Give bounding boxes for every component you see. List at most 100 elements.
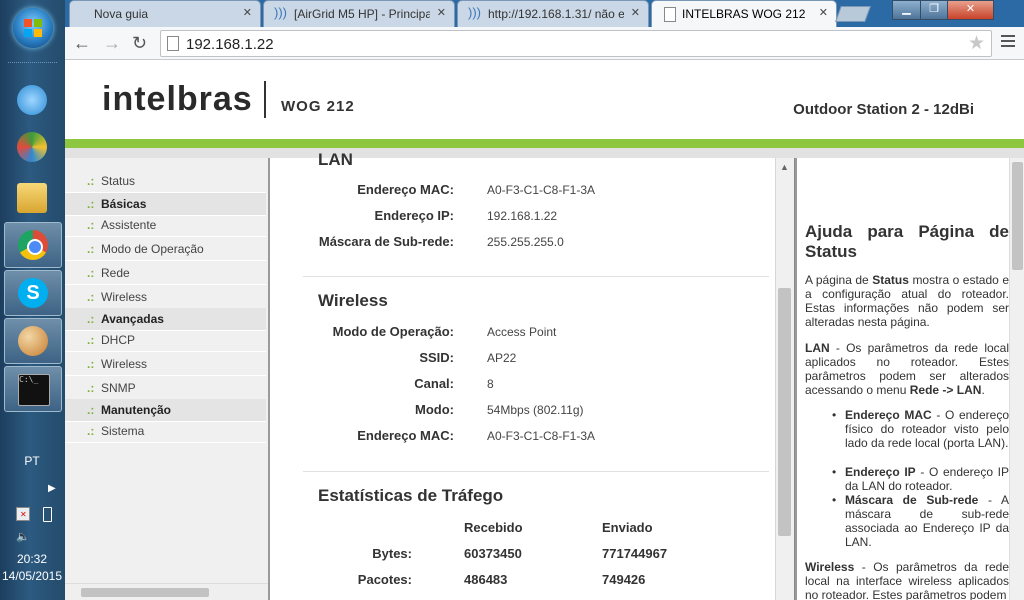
help-title: Ajuda para Página de Status xyxy=(805,222,1009,261)
brand-bar xyxy=(65,139,1024,148)
received-column-header: Recebido xyxy=(464,520,523,535)
taskbar-app-media[interactable] xyxy=(4,125,60,169)
taskbar-app-ie[interactable] xyxy=(4,78,60,122)
menu-item-rede[interactable]: .: Rede xyxy=(65,262,266,285)
lan-mac-label: Endereço MAC: xyxy=(357,182,454,197)
tab-intelbras[interactable]: INTELBRAS WOG 212 ✕ xyxy=(651,0,837,28)
scroll-up-arrow-icon[interactable]: ▲ xyxy=(780,162,789,172)
sent-column-header: Enviado xyxy=(602,520,653,535)
tab-nova-guia[interactable]: Nova guia ✕ xyxy=(69,0,261,27)
side-menu: .: Status .: Básicas .: Assistente .: Modo d… xyxy=(65,158,270,600)
chrome-menu-icon[interactable] xyxy=(1001,35,1015,49)
scrollbar-thumb[interactable] xyxy=(81,588,209,597)
tab-airgrid[interactable]: ))) [AirGrid M5 HP] - Principa ✕ xyxy=(263,0,455,27)
menu-section-basicas[interactable]: .: Básicas xyxy=(65,193,266,216)
page-icon xyxy=(664,7,676,22)
minimize-button[interactable]: ▁ xyxy=(892,0,921,20)
status-frame-scrollbar[interactable]: ▲ xyxy=(775,158,795,600)
close-window-button[interactable]: ✕ xyxy=(947,0,994,20)
skype-icon: S xyxy=(18,278,48,308)
address-bar[interactable]: 192.168.1.22 ★ xyxy=(160,30,992,57)
media-center-icon xyxy=(17,132,47,162)
battery-icon[interactable] xyxy=(43,507,52,522)
browser-window: Nova guia ✕ ))) [AirGrid M5 HP] - Princi… xyxy=(65,0,1024,600)
help-frame-scrollbar[interactable] xyxy=(1009,158,1024,600)
wireless-section-title: Wireless xyxy=(318,291,388,310)
help-list-item: Máscara de Sub-rede - A máscara de sub-r… xyxy=(832,493,1009,549)
lan-ip-value: 192.168.1.22 xyxy=(487,209,558,223)
forward-icon[interactable]: → xyxy=(103,33,121,54)
tab-192-168-1-31[interactable]: ))) http://192.168.1.31/ não e ✕ xyxy=(457,0,649,27)
internet-explorer-icon xyxy=(17,85,47,115)
traffic-section-title: Estatísticas de Tráfego xyxy=(318,486,504,505)
intelbras-logo: intelbras xyxy=(102,80,253,118)
menu-item-snmp[interactable]: .: SNMP xyxy=(65,377,266,400)
tab-title: [AirGrid M5 HP] - Principa xyxy=(294,7,430,21)
language-indicator[interactable]: PT xyxy=(0,454,64,468)
taskbar-grip xyxy=(8,62,57,67)
router-header: intelbras WOG 212 Outdoor Station 2 - 12… xyxy=(65,60,1024,139)
menu-item-wireless-advanced[interactable]: .: Wireless xyxy=(65,353,266,376)
scrollbar-thumb[interactable] xyxy=(1012,162,1023,270)
tab-title: http://192.168.1.31/ não e xyxy=(488,7,624,21)
wireless-mac-value: A0-F3-C1-C8-F1-3A xyxy=(487,429,596,443)
menu-section-manutencao[interactable]: .: Manutenção xyxy=(65,399,266,422)
menu-item-sistema[interactable]: .: Sistema xyxy=(65,420,266,443)
logo-divider xyxy=(264,81,266,118)
menu-section-avancadas[interactable]: .: Avançadas xyxy=(65,308,266,331)
tab-title: INTELBRAS WOG 212 xyxy=(682,7,806,21)
menu-item-status[interactable]: .: Status xyxy=(65,170,266,193)
lan-mask-value: 255.255.255.0 xyxy=(487,235,564,249)
wireless-mode-value: Access Point xyxy=(487,325,557,339)
close-tab-icon[interactable]: ✕ xyxy=(437,6,446,19)
clock-time[interactable]: 20:32 xyxy=(0,552,64,566)
station-name: Outdoor Station 2 - 12dBi xyxy=(793,101,974,118)
cmd-icon: C:\_ xyxy=(18,374,50,406)
menu-item-wireless-basic[interactable]: .: Wireless xyxy=(65,286,266,309)
help-frame: Ajuda para Página de Status A página de … xyxy=(795,158,1024,600)
action-center-icon[interactable] xyxy=(16,507,30,521)
wireless-ssid-label: SSID: xyxy=(419,350,454,365)
wireless-channel-value: 8 xyxy=(487,377,494,391)
taskbar-app-paint[interactable] xyxy=(4,318,62,364)
browser-toolbar: ← → ↻ 192.168.1.22 ★ xyxy=(65,27,1024,60)
back-icon[interactable]: ← xyxy=(73,33,91,54)
bytes-label: Bytes: xyxy=(372,546,412,561)
taskbar-app-explorer[interactable] xyxy=(4,176,60,220)
scrollbar-thumb[interactable] xyxy=(778,288,791,536)
taskbar-app-cmd[interactable]: C:\_ xyxy=(4,366,62,412)
section-divider xyxy=(303,276,769,277)
menu-item-modo-operacao[interactable]: .: Modo de Operação xyxy=(65,238,266,261)
close-tab-icon[interactable]: ✕ xyxy=(819,6,828,19)
help-list-item: Endereço MAC - O endereço físico do rote… xyxy=(832,408,1009,450)
maximize-button[interactable]: ❐ xyxy=(920,0,948,20)
windows-taskbar: S C:\_ PT ▶ 🔈 20:32 14/05/2015 xyxy=(0,0,66,600)
new-tab-button[interactable] xyxy=(835,6,871,22)
wireless-mac-label: Endereço MAC: xyxy=(357,428,454,443)
menu-horizontal-scrollbar[interactable] xyxy=(65,583,268,600)
url-text[interactable]: 192.168.1.22 xyxy=(186,36,274,53)
packets-received: 486483 xyxy=(464,572,508,587)
close-tab-icon[interactable]: ✕ xyxy=(631,6,640,19)
start-button[interactable] xyxy=(13,8,53,48)
model-name: WOG 212 xyxy=(281,98,355,115)
reload-icon[interactable]: ↻ xyxy=(132,33,147,54)
bookmark-star-icon[interactable]: ★ xyxy=(968,32,985,55)
taskbar-app-skype[interactable]: S xyxy=(4,270,62,316)
lan-mac-value: A0-F3-C1-C8-F1-3A xyxy=(487,183,596,197)
lan-ip-label: Endereço IP: xyxy=(374,208,454,223)
wifi-icon: ))) xyxy=(274,5,287,20)
taskbar-app-chrome[interactable] xyxy=(4,222,62,268)
close-tab-icon[interactable]: ✕ xyxy=(243,6,252,19)
tab-strip: Nova guia ✕ ))) [AirGrid M5 HP] - Princi… xyxy=(65,0,1024,28)
tray-expand-icon[interactable]: ▶ xyxy=(48,483,56,494)
menu-item-dhcp[interactable]: .: DHCP xyxy=(65,329,266,352)
menu-item-assistente[interactable]: .: Assistente xyxy=(65,214,266,237)
wireless-ssid-value: AP22 xyxy=(487,351,517,365)
chrome-icon xyxy=(18,230,48,260)
clock-date[interactable]: 14/05/2015 xyxy=(0,569,64,583)
volume-icon[interactable]: 🔈 xyxy=(16,530,30,543)
help-intro-paragraph: A página de Status mostra o estado e a c… xyxy=(805,273,1010,329)
help-lan-paragraph: LAN - Os parâmetros da rede local aplica… xyxy=(805,341,1009,397)
wireless-channel-label: Canal: xyxy=(414,376,454,391)
